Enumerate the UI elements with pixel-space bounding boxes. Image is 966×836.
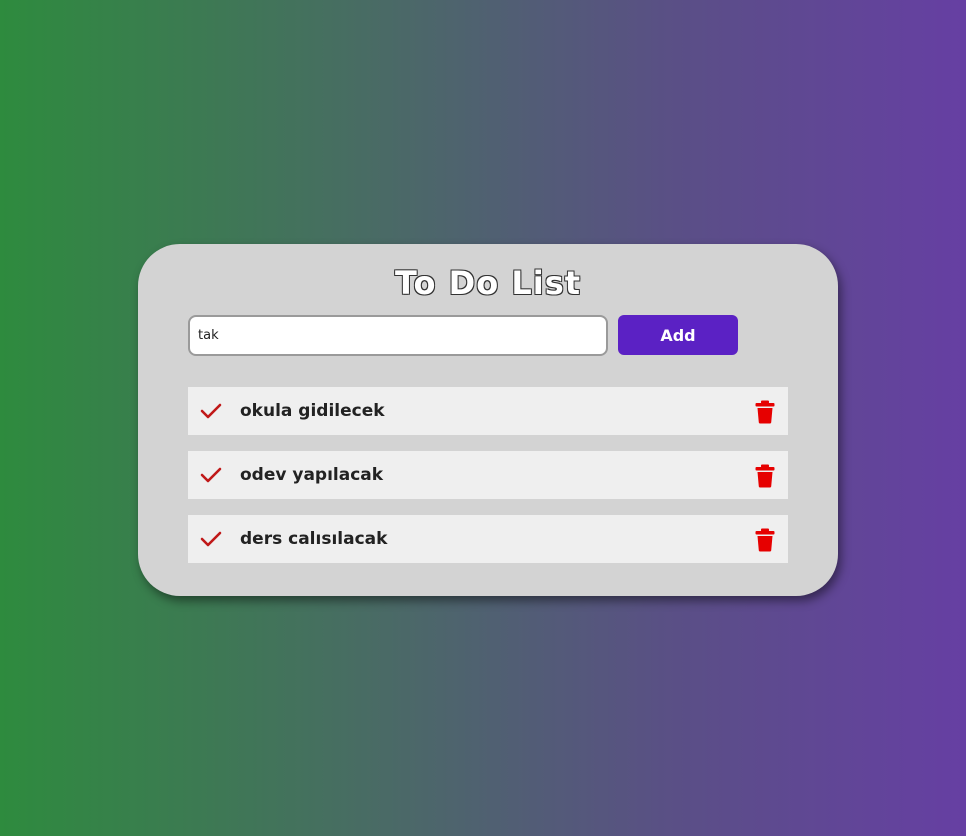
- todo-list: okula gidilecek odev yapılacak ders calı…: [188, 387, 788, 579]
- trash-icon[interactable]: [754, 464, 776, 488]
- todo-item-text: odev yapılacak: [240, 465, 384, 485]
- todo-item: ders calısılacak: [188, 515, 788, 563]
- trash-icon[interactable]: [754, 528, 776, 552]
- check-icon[interactable]: [200, 528, 222, 550]
- add-button[interactable]: Add: [618, 315, 738, 355]
- todo-item-text: okula gidilecek: [240, 401, 385, 421]
- check-icon[interactable]: [200, 400, 222, 422]
- trash-icon[interactable]: [754, 400, 776, 424]
- todo-input[interactable]: [188, 315, 608, 356]
- todo-item-text: ders calısılacak: [240, 529, 388, 549]
- todo-card: To Do List Add okula gidilecek odev yapı…: [138, 244, 838, 596]
- todo-item: okula gidilecek: [188, 387, 788, 435]
- page-title: To Do List: [394, 264, 582, 302]
- check-icon[interactable]: [200, 464, 222, 486]
- todo-item: odev yapılacak: [188, 451, 788, 499]
